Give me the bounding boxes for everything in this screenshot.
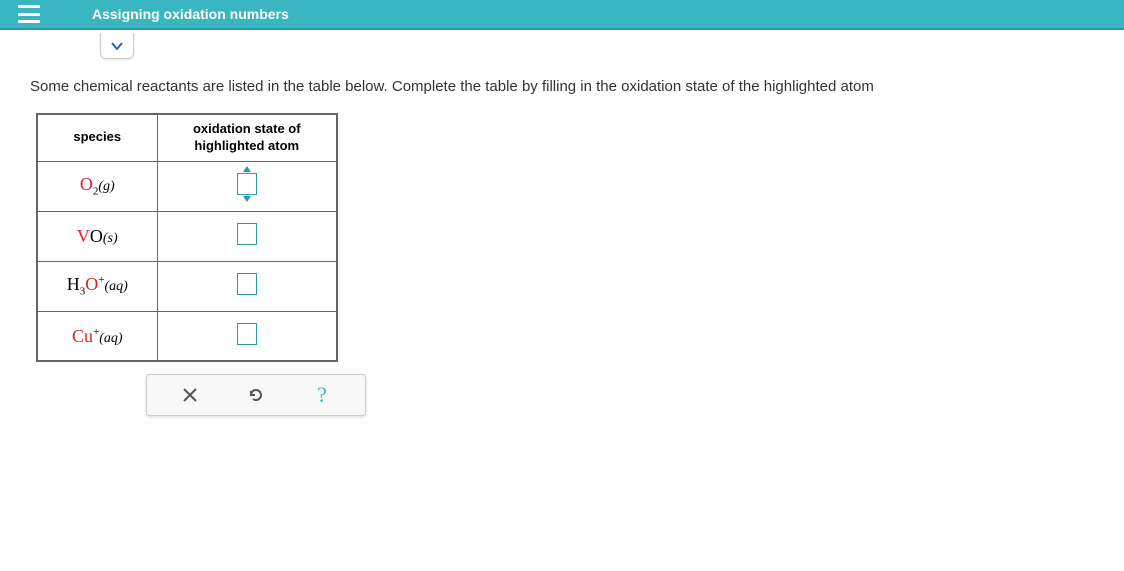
oxidation-cell	[157, 261, 337, 311]
oxidation-input[interactable]	[237, 173, 257, 195]
oxidation-cell	[157, 311, 337, 361]
chevron-down-icon	[111, 40, 123, 52]
page-title: Assigning oxidation numbers	[92, 6, 289, 22]
th-species: species	[37, 114, 157, 161]
th-oxidation: oxidation state of highlighted atom	[157, 114, 337, 161]
table-row: VO(s)	[37, 211, 337, 261]
oxidation-cell	[157, 211, 337, 261]
help-button[interactable]: ?	[308, 381, 336, 409]
species-cell: O2(g)	[37, 161, 157, 211]
instruction-text: Some chemical reactants are listed in th…	[0, 30, 1124, 113]
oxidation-table: species oxidation state of highlighted a…	[36, 113, 338, 362]
table-row: O2(g)	[37, 161, 337, 211]
oxidation-input[interactable]	[237, 323, 257, 345]
table-row: Cu+(aq)	[37, 311, 337, 361]
collapse-tab[interactable]	[100, 33, 134, 59]
help-icon: ?	[317, 382, 327, 408]
clear-button[interactable]	[176, 381, 204, 409]
oxidation-input[interactable]	[237, 223, 257, 245]
reset-button[interactable]	[242, 381, 270, 409]
oxidation-input[interactable]	[237, 273, 257, 295]
x-icon	[182, 387, 198, 403]
page-header: Assigning oxidation numbers	[0, 0, 1124, 30]
oxidation-table-wrap: species oxidation state of highlighted a…	[36, 113, 1124, 416]
table-row: H3O+(aq)	[37, 261, 337, 311]
oxidation-cell	[157, 161, 337, 211]
species-cell: H3O+(aq)	[37, 261, 157, 311]
menu-icon[interactable]	[18, 5, 40, 23]
species-cell: Cu+(aq)	[37, 311, 157, 361]
answer-toolbar: ?	[146, 374, 366, 416]
undo-icon	[247, 386, 265, 404]
species-cell: VO(s)	[37, 211, 157, 261]
